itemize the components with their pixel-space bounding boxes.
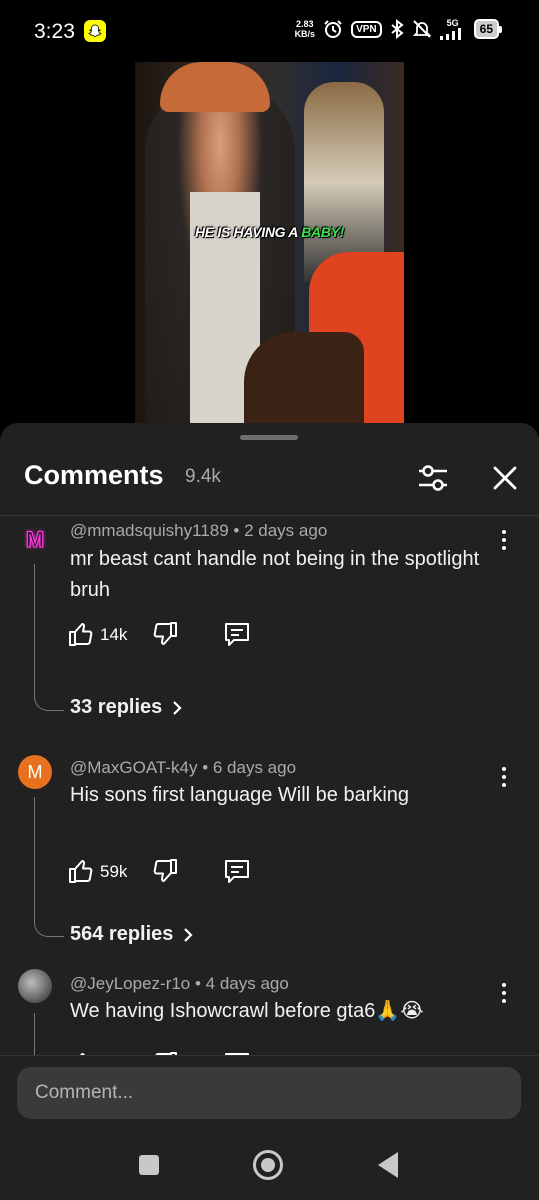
replies-label: 564 replies — [70, 923, 174, 945]
comment-input[interactable] — [17, 1067, 521, 1119]
comment-input-bar — [0, 1055, 539, 1130]
thread-line — [34, 1013, 64, 1056]
video-arm — [244, 332, 364, 427]
avatar-letter: M — [27, 761, 43, 782]
home-button[interactable] — [253, 1150, 283, 1180]
comment-age: 6 days ago — [212, 758, 297, 777]
like-count: 59k — [100, 862, 128, 881]
net-speed-value: 2.83 — [296, 19, 314, 29]
avatar-letter: M — [25, 526, 45, 552]
bluetooth-icon — [391, 19, 404, 39]
status-bar: 3:23 2.83 KB/s VPN 5G 65 — [0, 0, 539, 62]
back-button[interactable] — [378, 1152, 398, 1178]
net-speed-unit: KB/s — [294, 29, 316, 39]
comment-text: His sons first language Will be barking — [70, 784, 410, 806]
sheet-title: Comments — [24, 460, 164, 490]
avatar[interactable] — [18, 969, 52, 1003]
like-count: 14k — [100, 625, 128, 644]
comment-author[interactable]: @mmadsquishy1189 — [70, 521, 229, 540]
mute-icon — [412, 20, 431, 38]
comment-actions: 59k — [68, 856, 268, 890]
avatar[interactable]: M — [18, 755, 52, 789]
alarm-icon — [324, 20, 342, 38]
comment-meta: @MaxGOAT-k4y • 6 days ago — [70, 758, 297, 777]
comment-meta: @JeyLopez-r1o • 4 days ago — [70, 974, 289, 993]
reply-icon[interactable] — [223, 621, 251, 647]
chevron-right-icon — [184, 927, 193, 942]
comment-actions: 14k — [68, 619, 268, 653]
video-caption-highlight: BABY! — [301, 224, 345, 240]
net-speed: 2.83 KB/s — [295, 19, 316, 39]
comment-age: 2 days ago — [244, 521, 328, 540]
avatar[interactable]: M — [18, 523, 52, 557]
snapchat-icon — [84, 20, 106, 42]
status-icons: 2.83 KB/s VPN 5G 65 — [295, 18, 503, 40]
video-hair — [160, 62, 270, 112]
view-replies-button[interactable]: 564 replies — [70, 923, 193, 946]
comment-meta: @mmadsquishy1189 • 2 days ago — [70, 521, 328, 540]
video-player[interactable]: HE IS HAVING A BABY! — [135, 62, 404, 427]
comment-count: 9.4k — [185, 466, 221, 487]
video-caption-text: HE IS HAVING A — [194, 224, 302, 240]
status-time: 3:23 — [34, 20, 75, 43]
drag-handle[interactable] — [240, 435, 298, 440]
signal-icon — [439, 28, 461, 40]
chevron-right-icon — [173, 700, 182, 715]
video-caption: HE IS HAVING A BABY! — [135, 224, 404, 240]
signal-indicator: 5G — [439, 18, 466, 40]
comment-text: mr beast cant handle not being in the sp… — [70, 548, 480, 601]
recents-button[interactable] — [139, 1155, 159, 1175]
dislike-icon[interactable] — [152, 858, 178, 884]
like-icon[interactable] — [68, 858, 94, 884]
comment-author[interactable]: @JeyLopez-r1o — [70, 974, 190, 993]
reply-icon[interactable] — [223, 858, 251, 884]
comments-list[interactable]: M @mmadsquishy1189 • 2 days ago mr beast… — [0, 516, 539, 1056]
comment-author[interactable]: @MaxGOAT-k4y — [70, 758, 197, 777]
battery-indicator: 65 — [473, 19, 503, 39]
thread-line — [34, 797, 64, 937]
close-icon[interactable] — [488, 461, 522, 495]
vpn-badge: VPN — [351, 20, 382, 38]
replies-label: 33 replies — [70, 696, 163, 718]
system-nav-bar — [0, 1130, 539, 1200]
network-type: 5G — [446, 18, 459, 28]
comment-age: 4 days ago — [205, 974, 289, 993]
comment-text: We having Ishowcrawl before gta6🙏😭 — [70, 1000, 424, 1022]
like-icon[interactable] — [68, 621, 94, 647]
filter-icon[interactable] — [416, 461, 450, 495]
view-replies-button[interactable]: 33 replies — [70, 696, 182, 719]
dislike-icon[interactable] — [152, 621, 178, 647]
thread-line — [34, 564, 64, 711]
